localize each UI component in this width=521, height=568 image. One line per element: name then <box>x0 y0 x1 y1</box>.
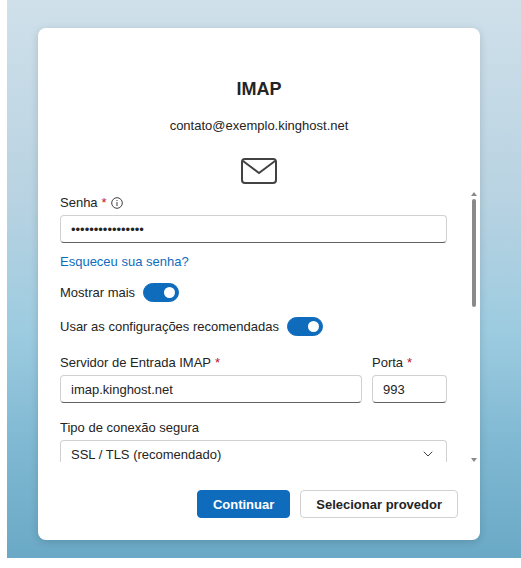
toggle-label: Mostrar mais <box>60 285 135 300</box>
toggle-switch[interactable] <box>287 317 323 336</box>
toggle-row: Mostrar mais <box>60 282 447 302</box>
form-scroll-area: Senha* •••••••••••••••• Esqueceu sua senha… <box>38 192 480 462</box>
continue-button[interactable]: Continuar <box>197 490 290 518</box>
port-label: Porta* <box>372 354 447 371</box>
envelope-icon <box>241 158 277 184</box>
connection-select[interactable]: SSL / TLS (recomendado) <box>60 440 447 462</box>
background-photo: IMAP contato@exemplo.kinghost.net Senha* ••… <box>7 0 521 558</box>
scroll-down-icon[interactable] <box>471 458 477 462</box>
port-input[interactable]: 993 <box>372 375 447 403</box>
toggle-switch[interactable] <box>143 283 179 302</box>
toggle-row: Usar as configurações recomendadas <box>60 316 447 336</box>
scroll-thumb[interactable] <box>472 199 476 307</box>
chevron-down-icon <box>420 446 436 462</box>
server-input[interactable]: imap.kinghost.net <box>60 375 362 403</box>
imap-dialog: IMAP contato@exemplo.kinghost.net Senha* ••… <box>38 28 480 540</box>
connection-label: Tipo de conexão segura <box>60 419 447 436</box>
dialog-title: IMAP <box>38 78 480 100</box>
scrollbar[interactable] <box>470 192 478 462</box>
account-email: contato@exemplo.kinghost.net <box>38 118 480 134</box>
server-label: Servidor de Entrada IMAP* <box>60 354 362 371</box>
password-label: Senha* <box>60 194 447 211</box>
info-icon[interactable] <box>111 197 123 209</box>
password-input[interactable]: •••••••••••••••• <box>60 215 447 243</box>
scroll-up-icon[interactable] <box>471 192 477 196</box>
toggle-label: Usar as configurações recomendadas <box>60 319 279 334</box>
select-provider-button[interactable]: Selecionar provedor <box>300 490 458 518</box>
forgot-password-link[interactable]: Esqueceu sua senha? <box>60 253 447 270</box>
